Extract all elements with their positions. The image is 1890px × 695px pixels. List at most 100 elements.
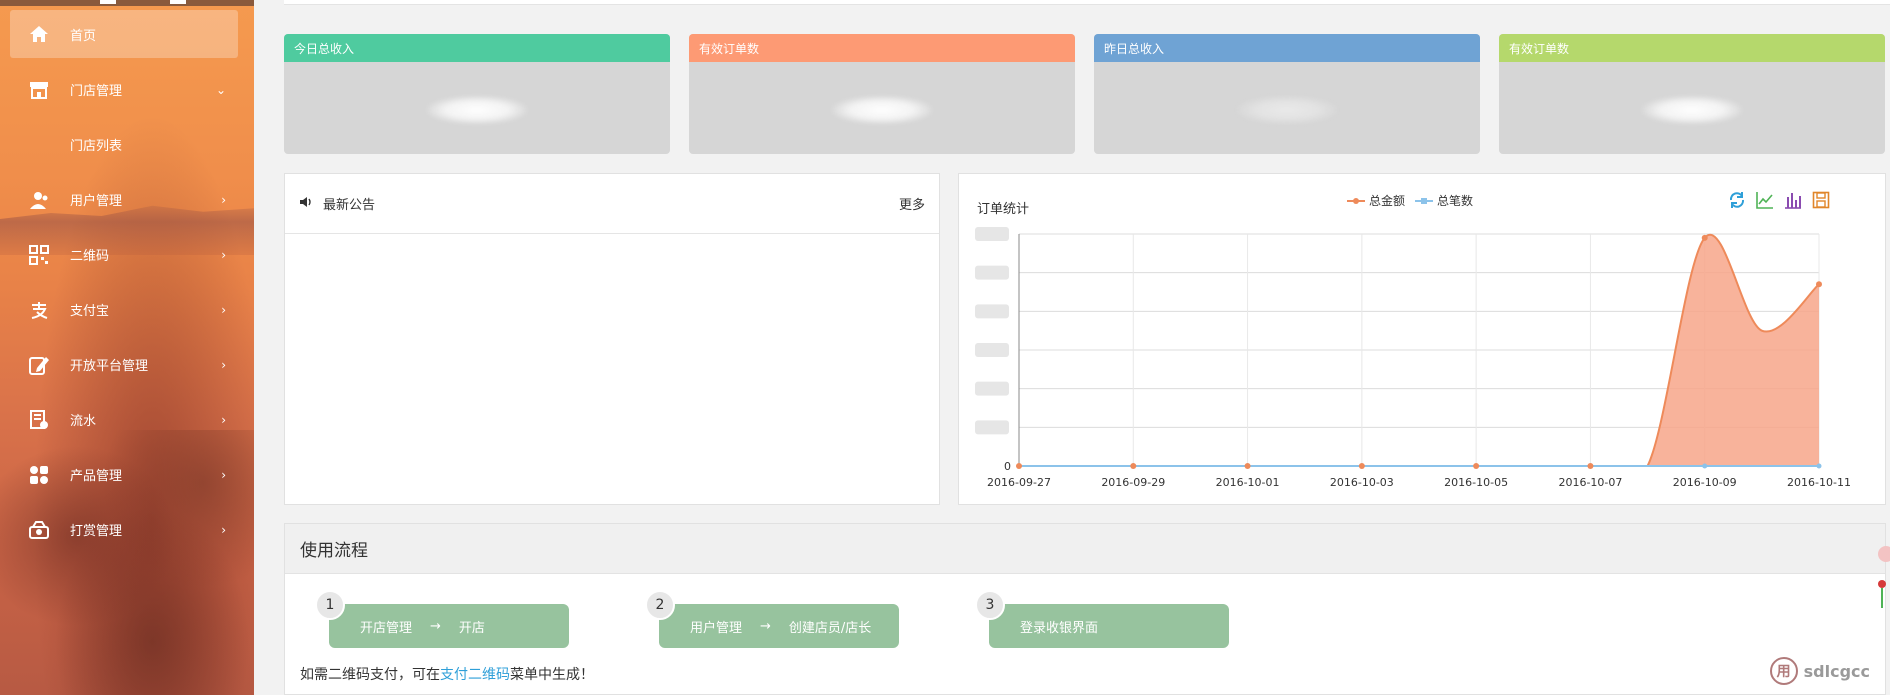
flow-step-1[interactable]: 1 开店管理 → 开店 [315, 590, 569, 648]
speaker-icon [299, 196, 313, 212]
grid-icon [28, 464, 50, 486]
stat-card-label: 有效订单数 [1509, 41, 1570, 56]
data-point-total-amount [1130, 463, 1137, 469]
sidebar-item-label: 打赏管理 [70, 524, 123, 539]
stat-card-value-blurred [832, 96, 932, 124]
stat-card-label: 昨日总收入 [1104, 41, 1165, 56]
y-tick-label-blurred [975, 343, 1009, 357]
step-number: 2 [645, 590, 675, 620]
stat-card-valid-orders-2: 有效订单数 [1499, 34, 1885, 154]
home-icon [28, 23, 50, 45]
step-number: 1 [315, 590, 345, 620]
data-point-total-amount [1358, 463, 1365, 469]
edit-icon [28, 354, 50, 376]
sidebar-item-label: 门店管理 [70, 84, 123, 99]
data-point-total-count [1816, 463, 1822, 469]
notice-header: 最新公告 更多 [285, 174, 939, 234]
chevron-right-icon: › [221, 357, 226, 372]
data-point-total-amount [1244, 463, 1251, 469]
x-tick-label: 2016-09-27 [987, 476, 1051, 489]
sidebar-item-products[interactable]: 产品管理 › [0, 447, 254, 502]
stat-card-header: 有效订单数 [689, 34, 1075, 62]
y-tick-label: 0 [1004, 460, 1011, 473]
sidebar-item-label: 流水 [70, 414, 97, 429]
sidebar-item-home[interactable]: 首页 [10, 10, 238, 58]
sidebar-item-user-management[interactable]: 用户管理 › [0, 172, 254, 227]
reward-icon [28, 519, 50, 541]
stat-card-valid-orders: 有效订单数 [689, 34, 1075, 154]
stat-card-header: 今日总收入 [284, 34, 670, 62]
store-icon [28, 79, 50, 101]
step-text-a: 登录收银界面 [1020, 620, 1099, 636]
x-tick-label: 2016-10-01 [1216, 476, 1280, 489]
main-content: 今日总收入 有效订单数 昨日总收入 有效订单数 最新公告 更多 订单统计 总金额… [254, 0, 1890, 695]
x-tick-label: 2016-10-09 [1673, 476, 1737, 489]
sidebar-item-label: 用户管理 [70, 194, 123, 209]
sidebar-item-label: 首页 [70, 28, 97, 44]
notice-panel: 最新公告 更多 [284, 173, 940, 505]
qrcode-hint: 如需二维码支付，可在支付二维码菜单中生成！ [300, 664, 594, 684]
stat-card-value-blurred [1642, 96, 1742, 124]
chevron-right-icon: › [221, 302, 226, 317]
watermark-seal-icon: 用 [1769, 657, 1798, 685]
sidebar-item-ledger[interactable]: 流水 › [0, 392, 254, 447]
step-text-a: 用户管理 [690, 620, 743, 636]
watermark-text: sdlcgcc [1803, 661, 1870, 681]
step-arrow: → [760, 618, 771, 634]
stat-card-header: 有效订单数 [1499, 34, 1885, 62]
flow-step-2[interactable]: 2 用户管理 → 创建店员/店长 [645, 590, 899, 648]
chevron-right-icon: › [221, 522, 226, 537]
data-point-total-amount [1016, 463, 1022, 469]
sidebar-item-label: 支付宝 [70, 304, 110, 319]
sidebar: 首页 门店管理 ⌄ 门店列表 用户管理 › 二维码 › 支付宝 › 开放平台管理… [0, 0, 254, 695]
stat-card-label: 今日总收入 [294, 41, 355, 56]
flow-step-3[interactable]: 3 登录收银界面 [975, 590, 1229, 648]
stat-card-value-blurred [1237, 96, 1337, 124]
step-text-b: 创建店员/店长 [788, 620, 872, 636]
usage-flow-title: 使用流程 [285, 524, 1885, 574]
chevron-right-icon: › [221, 467, 226, 482]
data-point-total-amount [1473, 463, 1480, 469]
hint-text: 如需二维码支付，可在 [300, 667, 440, 683]
sidebar-item-qrcode[interactable]: 二维码 › [0, 227, 254, 282]
floating-widget[interactable] [1870, 540, 1890, 610]
chart-panel: 订单统计 总金额 总笔数 0 2016-09-27 2016-09-29 201… [958, 173, 1886, 505]
x-tick-label: 2016-10-07 [1558, 476, 1622, 489]
x-tick-label: 2016-10-03 [1330, 476, 1394, 489]
top-header-strip [284, 0, 1890, 5]
x-tick-label: 2016-09-29 [1101, 476, 1165, 489]
usage-flow-panel: 使用流程 1 开店管理 → 开店 2 用户管理 → 创建店员/店长 3 登录收银… [284, 523, 1886, 695]
y-tick-label-blurred [975, 420, 1009, 435]
y-tick-label-blurred [975, 265, 1009, 280]
step-arrow: → [430, 618, 441, 634]
sidebar-nav: 首页 门店管理 ⌄ 门店列表 用户管理 › 二维码 › 支付宝 › 开放平台管理… [0, 6, 254, 557]
sidebar-item-reward[interactable]: 打赏管理 › [0, 502, 254, 557]
chevron-right-icon: › [221, 247, 226, 262]
sidebar-item-label: 产品管理 [70, 469, 123, 484]
sidebar-subitem-store-list[interactable]: 门店列表 [0, 117, 254, 172]
stat-card-label: 有效订单数 [699, 41, 760, 56]
sidebar-item-alipay[interactable]: 支付宝 › [0, 282, 254, 337]
chevron-right-icon: › [221, 192, 226, 207]
qrcode-icon [28, 244, 50, 266]
y-tick-label-blurred [975, 381, 1009, 396]
chevron-down-icon: ⌄ [215, 82, 226, 97]
qrcode-link[interactable]: 支付二维码 [440, 667, 510, 683]
sidebar-subitem-label: 门店列表 [70, 139, 123, 154]
stat-card-yesterday-income: 昨日总收入 [1094, 34, 1480, 154]
data-point-total-count [1702, 463, 1708, 469]
sidebar-item-open-platform[interactable]: 开放平台管理 › [0, 337, 254, 392]
x-tick-label: 2016-10-11 [1787, 476, 1851, 489]
data-point-total-amount [1587, 463, 1594, 469]
step-text-a: 开店管理 [360, 620, 413, 636]
notice-more-link[interactable]: 更多 [899, 194, 925, 213]
ledger-icon [28, 409, 50, 431]
y-tick-label-blurred [975, 227, 1009, 241]
user-icon [28, 189, 50, 211]
stat-card-header: 昨日总收入 [1094, 34, 1480, 62]
sidebar-item-store-management[interactable]: 门店管理 ⌄ [0, 62, 254, 117]
hint-text: 菜单中生成！ [510, 667, 594, 683]
alipay-icon [28, 299, 50, 321]
watermark: 用 sdlcgcc [1769, 657, 1870, 685]
stat-card-today-income: 今日总收入 [284, 34, 670, 154]
